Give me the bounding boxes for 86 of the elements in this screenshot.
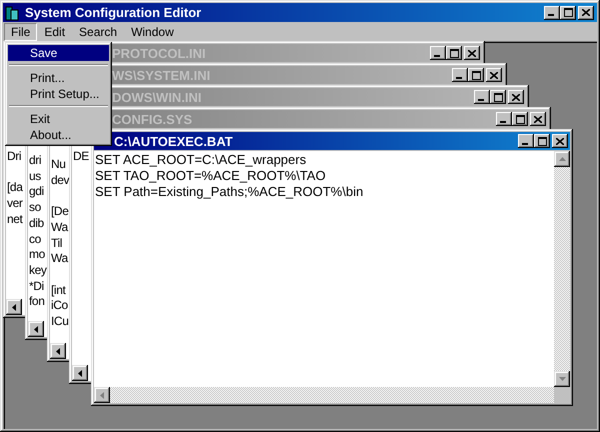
text-line: Til bbox=[51, 236, 62, 252]
close-icon bbox=[490, 72, 498, 78]
close-button[interactable] bbox=[552, 134, 568, 148]
minimize-button[interactable] bbox=[452, 68, 468, 82]
text-line: gdi bbox=[29, 184, 44, 200]
left-arrow-icon bbox=[34, 326, 38, 332]
close-button[interactable] bbox=[530, 112, 546, 126]
text-line: [da bbox=[7, 179, 22, 196]
close-button[interactable] bbox=[578, 6, 594, 20]
up-arrow-icon bbox=[558, 157, 566, 161]
close-button[interactable] bbox=[486, 68, 502, 82]
menu-item[interactable]: Search bbox=[72, 22, 124, 40]
text-line: Dri bbox=[7, 149, 22, 165]
text-line: key bbox=[29, 262, 46, 279]
down-arrow-icon bbox=[558, 377, 566, 381]
text-line: [De bbox=[51, 203, 68, 220]
left-arrow-icon bbox=[12, 304, 16, 310]
maximize-icon bbox=[538, 136, 546, 146]
document-title: C:\AUTOEXEC.BAT bbox=[114, 134, 233, 148]
close-icon bbox=[582, 9, 590, 16]
window-title: System Configuration Editor bbox=[25, 5, 202, 20]
close-icon bbox=[468, 50, 476, 56]
maximize-icon bbox=[472, 70, 480, 80]
text-line: SET Path=Existing_Paths;%ACE_ROOT%\bin bbox=[95, 184, 364, 200]
document-title: CONFIG.SYS bbox=[112, 112, 192, 126]
menu-option[interactable]: About... bbox=[8, 127, 109, 143]
text-line: so bbox=[29, 200, 41, 216]
app-icon bbox=[5, 4, 21, 20]
text-line: ver bbox=[7, 196, 22, 212]
maximize-button[interactable] bbox=[534, 134, 550, 148]
left-arrow-icon bbox=[56, 348, 60, 354]
maximize-button[interactable] bbox=[560, 6, 576, 20]
menu-option[interactable]: Print Setup... bbox=[8, 86, 109, 102]
text-line: DE bbox=[73, 149, 89, 165]
scroll-up-button[interactable] bbox=[554, 151, 570, 167]
text-line: ICu bbox=[51, 314, 68, 330]
maximize-icon bbox=[494, 92, 502, 102]
close-icon bbox=[556, 138, 564, 144]
scroll-down-button[interactable] bbox=[554, 371, 570, 387]
maximize-button[interactable] bbox=[446, 46, 462, 60]
text-line: Nu bbox=[51, 157, 66, 173]
text-line: fon bbox=[29, 294, 44, 310]
text-line: *Di bbox=[29, 278, 44, 294]
close-icon bbox=[512, 94, 520, 100]
text-line: iCo bbox=[51, 298, 68, 314]
menu-item[interactable]: Edit bbox=[37, 22, 72, 40]
scroll-left-button[interactable] bbox=[6, 299, 22, 315]
maximize-button[interactable] bbox=[468, 68, 484, 82]
text-line: dri bbox=[29, 153, 42, 169]
menu-item[interactable]: File bbox=[4, 22, 38, 40]
text-line: SET TAO_ROOT=%ACE_ROOT%\TAO bbox=[95, 168, 326, 184]
text-line: dib bbox=[29, 216, 44, 232]
maximize-icon bbox=[564, 8, 572, 17]
scroll-left-button[interactable] bbox=[50, 343, 66, 359]
text-line: SET ACE_ROOT=C:\ACE_wrappers bbox=[95, 152, 306, 168]
text-line: mo bbox=[29, 247, 45, 263]
close-button[interactable] bbox=[464, 46, 480, 60]
text-line: Wa bbox=[51, 251, 68, 267]
left-arrow-icon bbox=[78, 370, 82, 376]
document-title: DOWS\WIN.INI bbox=[112, 90, 202, 104]
maximize-button[interactable] bbox=[490, 90, 506, 104]
left-arrow-icon bbox=[100, 392, 104, 398]
minimize-button[interactable] bbox=[518, 134, 534, 148]
scroll-left-button[interactable] bbox=[28, 321, 44, 337]
text-line: dev bbox=[51, 172, 70, 188]
menu-option[interactable]: Save bbox=[8, 45, 109, 61]
minimize-button[interactable] bbox=[474, 90, 490, 104]
menu-item[interactable]: Window bbox=[124, 22, 181, 40]
scrollbar-corner bbox=[554, 387, 570, 403]
minimize-button[interactable] bbox=[496, 112, 512, 126]
menu-option[interactable]: Print... bbox=[8, 70, 109, 86]
minimize-button[interactable] bbox=[430, 46, 446, 60]
text-line: Wa bbox=[51, 220, 68, 236]
maximize-icon bbox=[516, 114, 524, 124]
text-line: net bbox=[7, 212, 22, 228]
menu-option[interactable]: Exit bbox=[8, 111, 109, 127]
text-line: us bbox=[29, 168, 41, 184]
close-button[interactable] bbox=[508, 90, 524, 104]
scroll-left-button[interactable] bbox=[72, 365, 88, 381]
maximize-icon bbox=[450, 48, 458, 58]
scroll-left-button[interactable] bbox=[94, 387, 110, 403]
text-line: [int bbox=[51, 282, 66, 298]
minimize-button[interactable] bbox=[544, 6, 560, 20]
close-icon bbox=[534, 116, 542, 122]
maximize-button[interactable] bbox=[512, 112, 528, 126]
text-line: co bbox=[29, 232, 41, 248]
